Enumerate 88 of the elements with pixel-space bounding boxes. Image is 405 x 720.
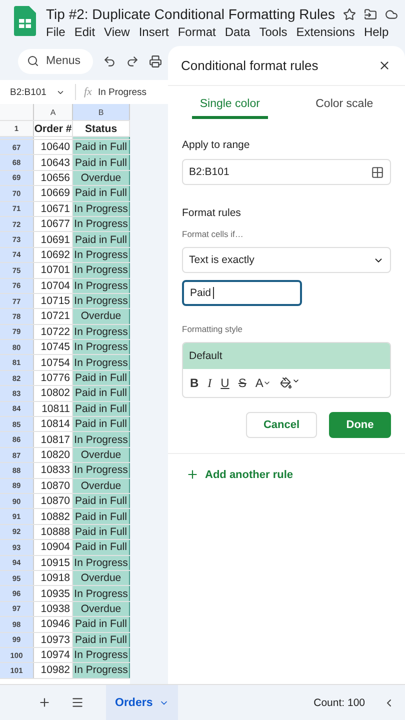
table-cell: Overdue [73,602,130,616]
table-cell: Paid in Full [73,155,130,170]
format-button[interactable]: S [238,376,246,390]
sheet-tab[interactable]: Orders [106,684,178,720]
condition-dropdown[interactable]: Text is exactly [182,247,391,273]
table-cell: Paid in Full [73,370,130,386]
menu-item[interactable]: File [46,25,66,39]
star-icon[interactable] [342,8,356,20]
style-preview[interactable]: Default [183,343,390,369]
menu-item[interactable]: Insert [138,25,169,39]
add-sheet-icon[interactable] [38,696,51,709]
count-label: Count: 100 [314,696,365,708]
fx-label: fx [84,86,92,98]
table-cell: Overdue [73,570,130,586]
spreadsheet-logo-icon[interactable] [14,6,36,36]
table-cell: Overdue [73,309,130,324]
table-cell: Paid in Full [73,417,130,432]
table-cell: In Progress [73,248,130,262]
table-cell: Paid in Full [73,632,130,647]
section-label: Apply to range [182,139,251,151]
table-cell: In Progress [73,278,130,293]
menu-item[interactable]: Tools [259,25,288,39]
table-cell: In Progress [73,294,130,308]
table-cell: Overdue [73,478,130,493]
close-icon[interactable] [378,59,391,72]
grid-icon[interactable] [371,166,384,178]
table-cell: Overdue [73,448,130,462]
fill-color-icon[interactable] [280,377,300,389]
field-label: Formatting style [182,324,244,334]
format-button[interactable]: B [190,376,199,390]
column-header[interactable]: A [34,104,73,120]
search-menus-field[interactable]: Menus [18,48,93,74]
table-cell: Paid in Full [73,386,130,401]
section-label: Format rules [182,207,242,219]
range-field[interactable]: B2:B101 [182,159,391,185]
formula-value[interactable]: In Progress [98,86,147,98]
column-header[interactable]: B [73,104,130,120]
menu-item[interactable]: Extensions [296,25,355,39]
field-label: Format cells if… [182,229,244,239]
table-cell: Order # [34,121,73,136]
table-cell: In Progress [73,463,130,478]
plus-icon [186,468,199,481]
menu-item[interactable]: Data [224,25,250,39]
cloud-icon[interactable] [384,8,398,20]
table-cell: In Progress [73,340,130,354]
table-cell: In Progress [73,263,130,278]
cancel-button[interactable]: Cancel [246,412,317,438]
table-cell: Paid in Full [73,617,130,632]
tab[interactable]: Single color [192,98,268,119]
table-cell: In Progress [73,202,130,216]
table-cell: In Progress [73,432,130,447]
menu-item[interactable]: Edit [74,25,96,39]
add-rule-button[interactable]: Add another rule [186,468,294,481]
table-cell: Paid in Full [73,494,130,508]
panel-title: Conditional format rules [181,58,318,73]
menu-item[interactable]: View [104,25,130,39]
menu-icon[interactable] [71,696,84,709]
folder-icon[interactable] [364,8,377,20]
table-cell: Paid in Full [73,524,130,540]
menu-item[interactable]: Help [364,25,389,39]
document-title[interactable]: Tip #2: Duplicate Conditional Formatting Rules [46,6,335,22]
format-button[interactable]: U [220,376,230,390]
print-icon[interactable] [148,54,162,68]
search-icon [27,55,39,67]
table-cell: Paid in Full [73,232,130,247]
undo-icon[interactable] [102,54,116,68]
table-cell: In Progress [73,663,130,678]
table-cell: In Progress [73,648,130,662]
table-cell: In Progress [73,586,130,601]
table-cell: In Progress [73,355,130,370]
table-cell: Paid in Full [73,402,130,416]
table-cell: Paid in Full [73,540,130,555]
table-cell: In Progress [73,216,130,232]
redo-icon[interactable] [126,54,139,68]
value-input[interactable]: Paid [182,280,302,306]
format-button[interactable]: I [208,376,212,390]
format-button[interactable]: A [255,376,272,390]
table-cell: Paid in Full [73,186,130,201]
table-cell: In Progress [73,556,130,570]
done-button[interactable]: Done [329,412,391,438]
table-cell: Overdue [73,170,130,186]
caret-icon[interactable] [263,379,272,387]
table-cell: Paid in Full [73,140,130,154]
name-box[interactable]: B2:B101 [0,84,76,100]
table-cell: Paid in Full [73,509,130,524]
table-cell: In Progress [73,324,130,340]
menu-item[interactable]: Format [178,25,216,39]
tab[interactable]: Color scale [308,98,382,119]
